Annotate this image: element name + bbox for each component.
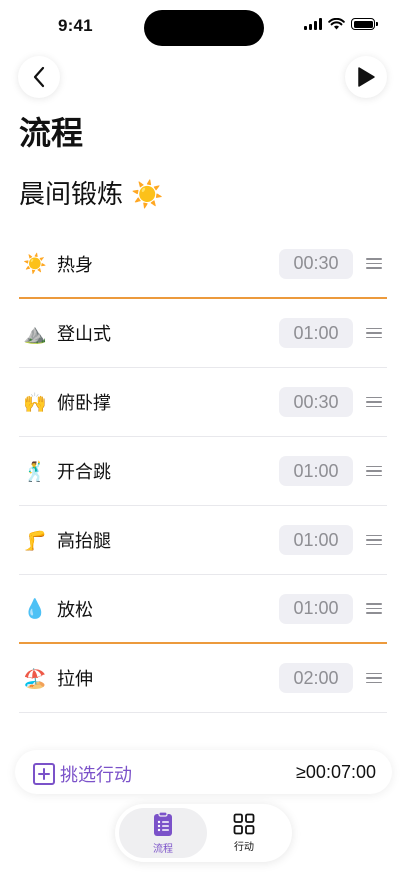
status-icons — [304, 18, 378, 30]
routine-title[interactable]: 晨间锻炼 ☀️ — [19, 174, 164, 211]
dancer-icon: 🕺 — [23, 460, 47, 483]
play-icon — [358, 67, 375, 87]
drag-handle-icon[interactable] — [366, 534, 382, 546]
mountain-icon: ⛰️ — [23, 322, 47, 345]
pick-actions-label: 挑选行动 — [60, 765, 132, 786]
tab-actions-label: 行动 — [234, 842, 254, 853]
step-row[interactable]: 🦵 高抬腿 01:00 — [19, 506, 387, 575]
total-time: ≥00:07:00 — [296, 762, 376, 782]
status-bar: 9:41 — [0, 0, 407, 50]
wifi-icon — [328, 18, 345, 30]
tab-actions[interactable]: 行动 — [200, 808, 288, 858]
back-button[interactable] — [18, 56, 60, 98]
drag-handle-icon[interactable] — [366, 327, 382, 339]
chevron-left-icon — [33, 66, 45, 88]
step-row[interactable]: 💧 放松 01:00 — [19, 575, 387, 644]
pick-actions-button[interactable]: 挑选行动 — [33, 761, 132, 787]
droplet-icon: 💧 — [23, 598, 47, 620]
page-title: 流程 — [19, 114, 84, 152]
duration-pill[interactable]: 01:00 — [279, 525, 353, 555]
status-time: 9:41 — [58, 16, 93, 35]
drag-handle-icon[interactable] — [366, 258, 382, 269]
duration-pill[interactable]: 00:30 — [279, 387, 353, 417]
step-row[interactable]: ⛰️ 登山式 01:00 — [19, 299, 387, 368]
plus-square-icon — [33, 763, 55, 785]
drag-handle-icon[interactable] — [366, 603, 382, 614]
step-row[interactable]: 🙌 俯卧撑 00:30 — [19, 368, 387, 437]
battery-icon — [351, 18, 378, 30]
dynamic-island — [144, 10, 264, 46]
clipboard-list-icon — [154, 811, 172, 836]
action-bar: 挑选行动 ≥00:07:00 — [15, 750, 392, 794]
duration-pill[interactable]: 01:00 — [279, 318, 353, 348]
duration-pill[interactable]: 00:30 — [279, 248, 353, 279]
step-row[interactable]: 🕺 开合跳 01:00 — [19, 437, 387, 506]
tab-flow-label: 流程 — [153, 844, 173, 855]
drag-handle-icon[interactable] — [366, 672, 382, 684]
leg-icon: 🦵 — [23, 529, 47, 552]
beach-umbrella-icon: 🏖️ — [23, 667, 47, 690]
step-row[interactable]: ☀️ 热身 00:30 — [19, 230, 387, 299]
raised-hands-icon: 🙌 — [23, 391, 47, 414]
tab-flow[interactable]: 流程 — [119, 808, 207, 858]
sun-icon: ☀️ — [23, 253, 47, 275]
duration-pill[interactable]: 01:00 — [279, 456, 353, 486]
grid-icon — [233, 813, 255, 835]
step-list: ☀️ 热身 00:30 ⛰️ 登山式 01:00 🙌 俯卧撑 00:30 🕺 开… — [19, 230, 387, 713]
tab-bar: 流程 行动 — [115, 804, 292, 862]
step-row[interactable]: 🏖️ 拉伸 02:00 — [19, 644, 387, 713]
play-button[interactable] — [345, 56, 387, 98]
drag-handle-icon[interactable] — [366, 396, 382, 408]
duration-pill[interactable]: 02:00 — [279, 663, 353, 693]
cellular-signal-icon — [304, 18, 322, 30]
drag-handle-icon[interactable] — [366, 465, 382, 477]
duration-pill[interactable]: 01:00 — [279, 593, 353, 624]
